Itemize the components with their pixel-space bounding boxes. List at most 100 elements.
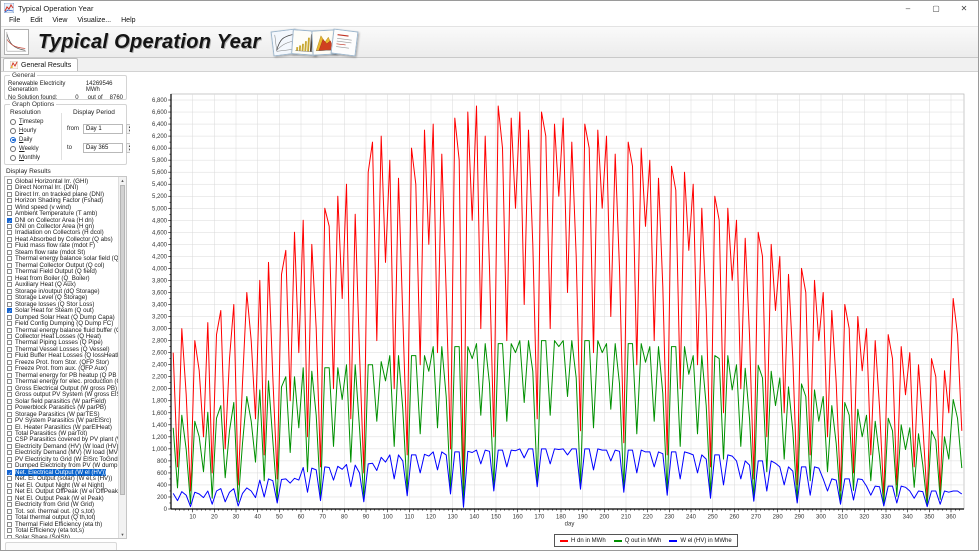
radio-icon[interactable] bbox=[10, 155, 16, 161]
checkbox-icon[interactable] bbox=[7, 347, 12, 352]
checkbox-icon[interactable] bbox=[7, 289, 12, 294]
checkbox-icon[interactable] bbox=[7, 328, 12, 333]
checkbox-icon[interactable] bbox=[7, 412, 12, 417]
menu-item-file[interactable]: File bbox=[4, 17, 25, 24]
svg-text:330: 330 bbox=[881, 515, 892, 521]
checkbox-icon[interactable]: ✓ bbox=[7, 218, 12, 223]
svg-text:5,200: 5,200 bbox=[152, 194, 168, 200]
checkbox-icon[interactable] bbox=[7, 463, 12, 468]
checkbox-icon[interactable] bbox=[7, 302, 12, 307]
checkbox-icon[interactable] bbox=[7, 256, 12, 261]
graph-options-groupbox: Graph Options Resolution TimestepHourlyD… bbox=[4, 104, 127, 165]
checkbox-icon[interactable] bbox=[7, 360, 12, 365]
checkbox-icon[interactable] bbox=[7, 496, 12, 501]
checkbox-icon[interactable]: ✓ bbox=[7, 308, 12, 313]
checkbox-icon[interactable] bbox=[7, 425, 12, 430]
checkbox-icon[interactable] bbox=[7, 509, 12, 514]
checkbox-icon[interactable] bbox=[7, 295, 12, 300]
close-button[interactable]: ✕ bbox=[950, 1, 978, 15]
resolution-option-hourly[interactable]: Hourly bbox=[10, 126, 43, 135]
display-results-rows: Global Horizontal Irr. (GHI)Direct Norma… bbox=[5, 178, 118, 539]
checkbox-icon[interactable] bbox=[7, 237, 12, 242]
checkbox-icon[interactable] bbox=[7, 489, 12, 494]
checkbox-icon[interactable] bbox=[7, 528, 12, 533]
menu-bar: FileEditViewVisualize...Help bbox=[1, 15, 978, 27]
maximize-button[interactable]: ▢ bbox=[922, 1, 950, 15]
menu-item-edit[interactable]: Edit bbox=[25, 17, 47, 24]
checkbox-icon[interactable] bbox=[7, 386, 12, 391]
checkbox-icon[interactable] bbox=[7, 192, 12, 197]
checkbox-icon[interactable] bbox=[7, 230, 12, 235]
checkbox-icon[interactable] bbox=[7, 502, 12, 507]
checkbox-icon[interactable] bbox=[7, 334, 12, 339]
checkbox-icon[interactable] bbox=[7, 205, 12, 210]
checkbox-icon[interactable] bbox=[7, 315, 12, 320]
svg-text:1,800: 1,800 bbox=[152, 399, 168, 405]
tab-bar: General Results bbox=[1, 58, 978, 72]
scrollbar-thumb[interactable] bbox=[120, 185, 125, 495]
checkbox-icon[interactable] bbox=[7, 522, 12, 527]
checkbox-icon[interactable] bbox=[7, 179, 12, 184]
resolution-option-weekly[interactable]: Weekly bbox=[10, 144, 43, 153]
checkbox-icon[interactable] bbox=[7, 243, 12, 248]
page-title: Typical Operation Year bbox=[38, 31, 261, 54]
checkbox-icon[interactable] bbox=[7, 366, 12, 371]
checkbox-icon[interactable] bbox=[7, 276, 12, 281]
checkbox-icon[interactable] bbox=[7, 269, 12, 274]
checkbox-icon[interactable] bbox=[7, 515, 12, 520]
scroll-down-icon[interactable]: ▼ bbox=[119, 531, 126, 538]
checkbox-icon[interactable] bbox=[7, 444, 12, 449]
divider bbox=[61, 113, 62, 160]
checkbox-icon[interactable] bbox=[7, 282, 12, 287]
list-scrollbar[interactable]: ▲ ▼ bbox=[118, 177, 126, 538]
list-item[interactable]: Solar Share (SolSh) bbox=[5, 534, 118, 539]
checkbox-icon[interactable] bbox=[7, 250, 12, 255]
checkbox-icon[interactable] bbox=[7, 457, 12, 462]
svg-text:3,200: 3,200 bbox=[152, 315, 168, 321]
tab-general-results[interactable]: General Results bbox=[3, 58, 78, 71]
resolution-option-daily[interactable]: Daily bbox=[10, 135, 43, 144]
scroll-up-icon[interactable]: ▲ bbox=[119, 177, 126, 184]
resolution-option-timestep[interactable]: Timestep bbox=[10, 117, 43, 126]
checkbox-icon[interactable] bbox=[7, 185, 12, 190]
minimize-button[interactable]: – bbox=[894, 1, 922, 15]
radio-icon[interactable] bbox=[10, 128, 16, 134]
list-item-label: Solar Share (SolSh) bbox=[15, 534, 70, 539]
menu-item-help[interactable]: Help bbox=[116, 17, 140, 24]
menu-item-view[interactable]: View bbox=[47, 17, 72, 24]
svg-text:170: 170 bbox=[534, 515, 545, 521]
checkbox-icon[interactable] bbox=[7, 418, 12, 423]
checkbox-icon[interactable] bbox=[7, 353, 12, 358]
checkbox-icon[interactable] bbox=[7, 340, 12, 345]
general-groupbox: General Renewable Electricity Generation… bbox=[4, 75, 127, 100]
checkbox-icon[interactable] bbox=[7, 224, 12, 229]
radio-icon[interactable] bbox=[10, 146, 16, 152]
checkbox-icon[interactable] bbox=[7, 405, 12, 410]
checkbox-icon[interactable] bbox=[7, 379, 12, 384]
checkbox-icon[interactable] bbox=[7, 483, 12, 488]
checkbox-icon[interactable]: ✓ bbox=[7, 470, 12, 475]
checkbox-icon[interactable] bbox=[7, 198, 12, 203]
checkbox-icon[interactable] bbox=[7, 321, 12, 326]
resolution-option-monthly[interactable]: Monthly bbox=[10, 153, 43, 162]
bottom-button-stub-1[interactable] bbox=[5, 542, 117, 551]
checkbox-icon[interactable] bbox=[7, 437, 12, 442]
radio-icon[interactable] bbox=[10, 137, 16, 143]
checkbox-icon[interactable] bbox=[7, 476, 12, 481]
menu-item-visualize[interactable]: Visualize... bbox=[72, 17, 116, 24]
radio-icon[interactable] bbox=[10, 119, 16, 125]
checkbox-icon[interactable] bbox=[7, 373, 12, 378]
checkbox-icon[interactable] bbox=[7, 211, 12, 216]
checkbox-icon[interactable] bbox=[7, 392, 12, 397]
svg-text:230: 230 bbox=[664, 515, 675, 521]
app-icon bbox=[4, 3, 14, 13]
checkbox-icon[interactable] bbox=[7, 431, 12, 436]
checkbox-icon[interactable] bbox=[7, 263, 12, 268]
svg-text:5,000: 5,000 bbox=[152, 206, 168, 212]
from-day-input[interactable]: Day 1 bbox=[83, 124, 123, 134]
checkbox-icon[interactable] bbox=[7, 399, 12, 404]
to-day-input[interactable]: Day 365 bbox=[83, 143, 123, 153]
svg-text:4,800: 4,800 bbox=[152, 218, 168, 224]
checkbox-icon[interactable] bbox=[7, 535, 12, 539]
checkbox-icon[interactable] bbox=[7, 450, 12, 455]
